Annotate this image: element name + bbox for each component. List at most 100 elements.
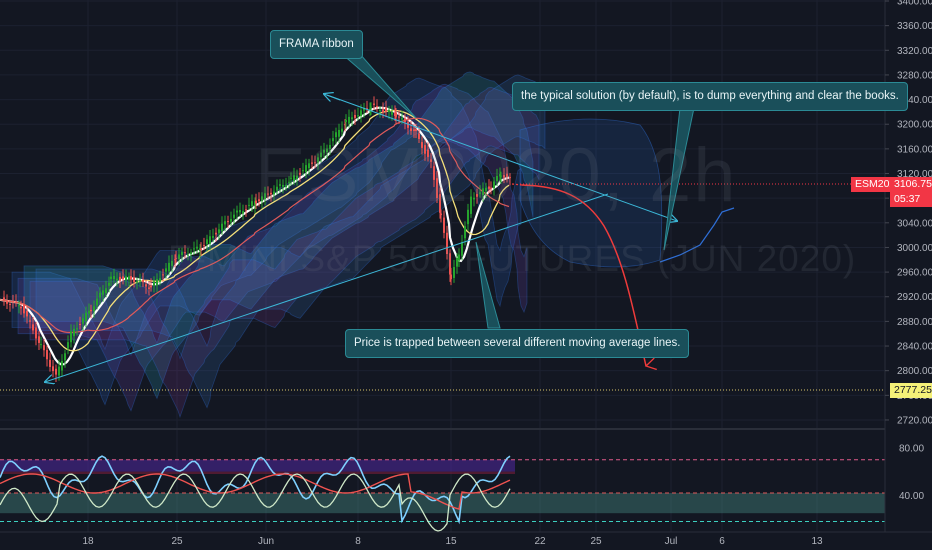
candle-body [206, 239, 208, 245]
candle-body [456, 257, 458, 267]
candle-body [410, 128, 412, 131]
candle-body [242, 211, 244, 214]
candle-body [446, 232, 448, 255]
candle-body [440, 213, 442, 216]
candle-body [485, 187, 487, 191]
candle-body [290, 177, 292, 179]
candle-body [162, 274, 164, 276]
candle-body [181, 252, 183, 255]
candle-body [470, 196, 472, 214]
candle-body [233, 214, 235, 218]
candle-body [401, 118, 403, 120]
candle-body [329, 144, 331, 149]
candle-body [443, 217, 445, 233]
candle-body [29, 320, 31, 322]
price-tick-label: 3280.00 [897, 70, 932, 81]
candle-body [70, 331, 72, 343]
candle-body [61, 360, 63, 371]
candle-body [433, 166, 435, 180]
candle-body [458, 254, 460, 261]
candle-body [212, 236, 214, 238]
price-tick-label: 3400.00 [897, 0, 932, 8]
candle-body [388, 110, 390, 112]
candle-body [317, 157, 319, 163]
price-axis[interactable]: 3400.003360.003320.003280.003240.003200.… [885, 0, 932, 426]
candle-body [264, 193, 266, 200]
time-tick-label: 15 [445, 536, 457, 547]
candle-body [18, 305, 20, 307]
callout-typical-solution[interactable]: the typical solution (by default), is to… [512, 82, 908, 111]
callout-price-trapped[interactable]: Price is trapped between several differe… [345, 329, 690, 358]
oscillator-axis[interactable]: 80.00 40.00 [899, 443, 924, 502]
candle-body [293, 175, 295, 182]
candle-body [209, 236, 211, 244]
candle-body [96, 298, 98, 306]
candle-body [193, 248, 195, 250]
candle-body [421, 142, 423, 148]
price-tick-label: 3160.00 [897, 144, 932, 155]
candle-body [230, 218, 232, 222]
candle-body [23, 303, 25, 314]
price-tick-label: 2920.00 [897, 292, 932, 303]
candle-body [9, 303, 11, 305]
candle-body [335, 132, 337, 138]
candle-body [373, 103, 375, 105]
candle-body [108, 282, 110, 286]
candle-body [332, 138, 334, 142]
candle-body [314, 162, 316, 164]
candle-body [418, 133, 420, 139]
candle-body [35, 327, 37, 339]
candle-body [227, 221, 229, 223]
candle-body [150, 285, 152, 288]
candle-body [145, 284, 147, 287]
candle-body [351, 117, 353, 120]
candle-body [125, 276, 127, 281]
candle-body [99, 292, 101, 298]
candle-body [79, 323, 81, 325]
candle-body [15, 301, 17, 303]
candle-body [488, 186, 490, 189]
candle-body [323, 149, 325, 153]
candle-body [308, 163, 310, 169]
candle-body [73, 328, 75, 337]
price-tick-label: 3360.00 [897, 21, 932, 32]
candle-body [58, 366, 60, 376]
price-tick-label: 3040.00 [897, 218, 932, 229]
candle-body [357, 115, 359, 117]
candle-body [3, 297, 5, 301]
price-tick-label: 2800.00 [897, 366, 932, 377]
candle-body [224, 221, 226, 225]
candle-body [427, 149, 429, 157]
candle-body [285, 185, 287, 188]
candle-body [248, 204, 250, 206]
candle-body [509, 177, 511, 179]
candle-body [26, 311, 28, 317]
candle-body [85, 312, 87, 321]
candle-body [102, 290, 104, 295]
callout-frama-ribbon[interactable]: FRAMA ribbon [270, 30, 363, 59]
candle-body [326, 148, 328, 153]
candle-body [273, 191, 275, 195]
candle-body [203, 245, 205, 247]
candle-body [93, 306, 95, 312]
last-price-tag: 3106.75 [890, 177, 932, 192]
bar-countdown-tag: 05:37 [890, 192, 932, 207]
candle-body [190, 252, 192, 255]
candle-body [354, 115, 356, 118]
candle-body [133, 277, 135, 283]
candle-body [236, 210, 238, 213]
candle-body [261, 196, 263, 202]
time-tick-label: 25 [171, 536, 183, 547]
candle-body [395, 112, 397, 118]
price-tick-label: 2960.00 [897, 268, 932, 279]
candle-body [184, 252, 186, 254]
time-axis[interactable]: 18 25 Jun 8 15 22 25 Jul 6 13 [82, 536, 823, 547]
price-tick-label: 2720.00 [897, 415, 932, 426]
time-tick-label: 22 [534, 536, 546, 547]
candle-body [450, 274, 452, 280]
candle-body [113, 276, 115, 280]
candle-body [32, 324, 34, 331]
candle-body [90, 309, 92, 312]
time-tick-label: 13 [811, 536, 823, 547]
oscillator-pane [0, 455, 885, 532]
